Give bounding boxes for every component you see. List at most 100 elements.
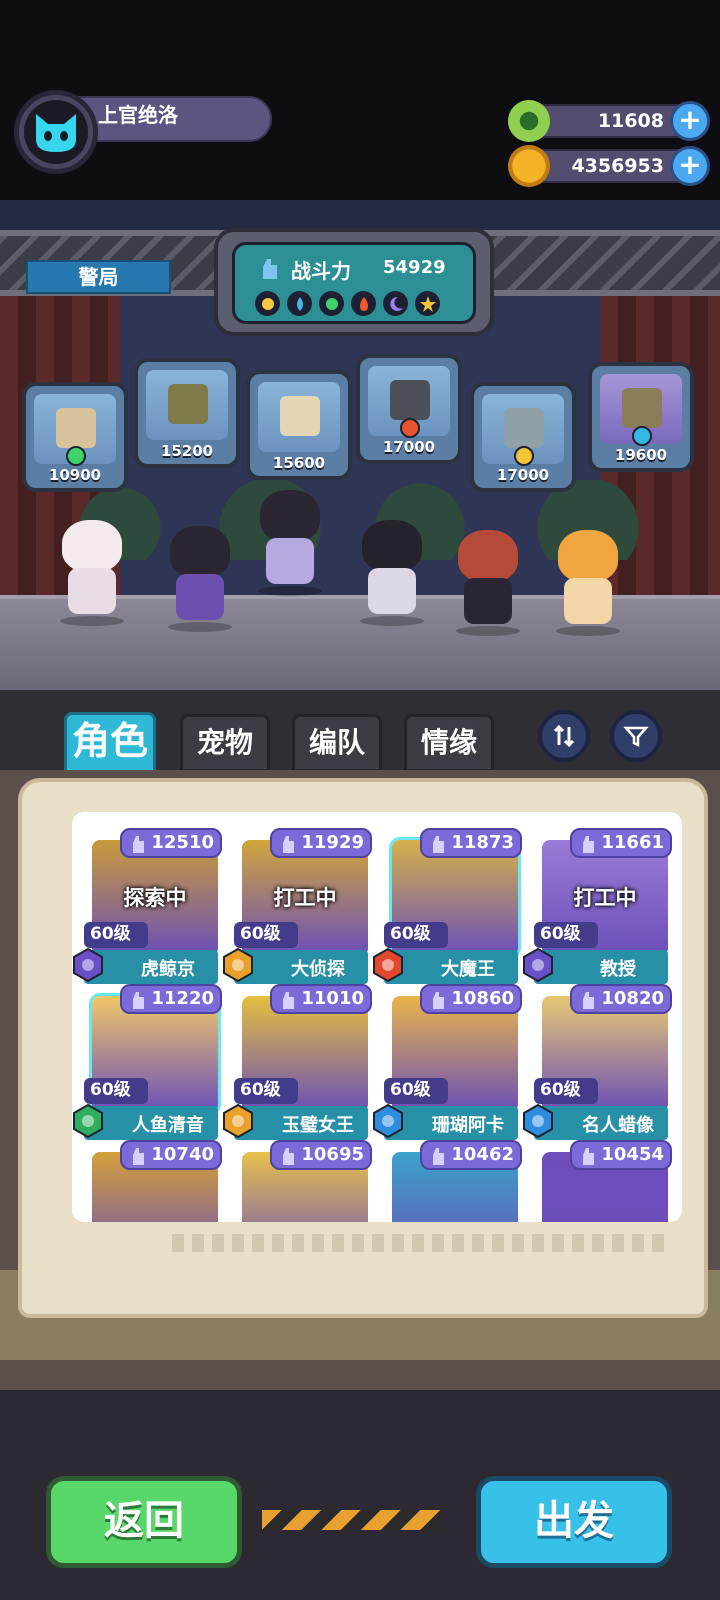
character-card[interactable]: 11929 打工中 60级 大侦探 [223,822,372,984]
card-power-value: 10860 [451,988,514,1009]
class-badge-icon [373,1104,403,1138]
character-card[interactable]: 11220 60级 人鱼清音 [73,978,222,1140]
currency-green-token: 11608 + [508,100,710,142]
stage-character[interactable] [448,530,528,636]
add-green-token-button[interactable]: + [670,101,710,141]
fist-icon [133,836,144,853]
page-decoration [172,1234,672,1252]
trophy-gem [66,446,86,466]
fist-icon [583,992,594,1009]
fist-icon [133,1148,144,1165]
trophy-value: 19600 [614,446,668,464]
trophy-case[interactable]: 10900 [22,382,128,492]
trophy-item [168,384,208,424]
add-gold-button[interactable]: + [670,146,710,186]
card-power-badge: 11661 [570,828,672,858]
class-badge-icon [373,948,403,982]
card-level: 60级 [84,1078,148,1104]
currency-gold-planet: 4356953 + [508,145,710,187]
character-card[interactable]: 12510 探索中 60级 虎鲸京 [73,822,222,984]
card-status: 打工中 [273,886,337,910]
card-power-value: 12510 [151,832,214,853]
sort-button[interactable] [538,710,590,762]
book: 12510 探索中 60级 虎鲸京 11929 打工中 60级 大侦探 11873 60级 大魔王 1… [0,770,720,1390]
stage-scene: 警局 战斗力 54929 10900 15200 15600 17000 170… [0,200,720,690]
trophy-case[interactable]: 17000 [356,354,462,464]
power-label: 战斗力 [291,259,351,283]
filter-icon [623,726,649,748]
fist-icon [583,836,594,853]
hazard-stripe [262,1510,440,1530]
stage-character[interactable] [250,490,330,596]
filter-button[interactable] [610,710,662,762]
trophy-case[interactable]: 19600 [588,362,694,472]
class-badge-icon [523,1104,553,1138]
fist-icon [283,992,294,1009]
power-screen: 战斗力 54929 [232,242,476,324]
character-card[interactable]: 10740 [80,1134,222,1222]
character-card[interactable]: 10695 [230,1134,372,1222]
character-card[interactable]: 10454 [530,1134,672,1222]
trophy-value: 17000 [382,438,436,456]
stage-character[interactable] [352,520,432,626]
leaf-icon [319,291,344,316]
star-icon [415,291,440,316]
card-level: 60级 [534,922,598,948]
trophy-case[interactable]: 15600 [246,370,352,480]
class-badge-icon [223,948,253,982]
card-power-badge: 10462 [420,1140,522,1170]
trophy-value: 10900 [48,466,102,484]
character-card[interactable]: 10820 60级 名人蜡像 [523,978,672,1140]
character-card[interactable]: 10860 60级 珊瑚阿卡 [373,978,522,1140]
depart-button[interactable]: 出发 [476,1476,672,1568]
card-power-badge: 10860 [420,984,522,1014]
tab-formation[interactable]: 编队 [292,714,382,772]
book-page: 12510 探索中 60级 虎鲸京 11929 打工中 60级 大侦探 11873 60级 大魔王 1… [18,778,708,1318]
trophy-item [622,388,662,428]
tab-pets[interactable]: 宠物 [180,714,270,772]
fist-icon [283,1148,294,1165]
stage-character[interactable] [160,526,240,632]
stage-character[interactable] [548,530,628,636]
location-sign: 警局 [26,260,171,294]
fist-icon [263,259,277,279]
back-button[interactable]: 返回 [46,1476,242,1568]
trophy-gem [400,418,420,438]
card-level: 60级 [534,1078,598,1104]
sun-icon [255,291,280,316]
trophy-case[interactable]: 17000 [470,382,576,492]
card-power-badge: 10740 [120,1140,222,1170]
avatar[interactable] [14,90,98,174]
card-level: 60级 [234,1078,298,1104]
power-value: 54929 [383,257,446,278]
card-status: 打工中 [573,886,637,910]
character-card[interactable]: 11010 60级 玉璧女王 [223,978,372,1140]
fist-icon [283,836,294,853]
card-power-value: 10454 [601,1144,664,1165]
class-badge-icon [523,948,553,982]
character-card[interactable]: 10462 [380,1134,522,1222]
bottom-bar: 返回 出发 [0,1390,720,1600]
character-card[interactable]: 11661 打工中 60级 教授 [523,822,672,984]
card-power-value: 11873 [451,832,514,853]
character-card[interactable]: 11873 60级 大魔王 [373,822,522,984]
class-badge-icon [223,1104,253,1138]
card-power-badge: 12510 [120,828,222,858]
moon-icon [383,291,408,316]
trophy-gem [514,446,534,466]
card-power-badge: 10454 [570,1140,672,1170]
trophy-item [390,380,430,420]
player-profile[interactable]: 上官绝洛 [14,90,272,174]
water-drop-icon [287,291,312,316]
trophy-item [56,408,96,448]
class-badge-icon [73,1104,103,1138]
trophy-case[interactable]: 15200 [134,358,240,468]
tab-characters[interactable]: 角色 [64,712,156,774]
stage-character[interactable] [52,520,132,626]
trophy-value: 17000 [496,466,550,484]
green-token-value: 11608 [597,110,664,132]
card-power-badge: 11010 [270,984,372,1014]
tab-bonds[interactable]: 情缘 [404,714,494,772]
gold-planet-icon [508,145,550,187]
card-level: 60级 [384,1078,448,1104]
